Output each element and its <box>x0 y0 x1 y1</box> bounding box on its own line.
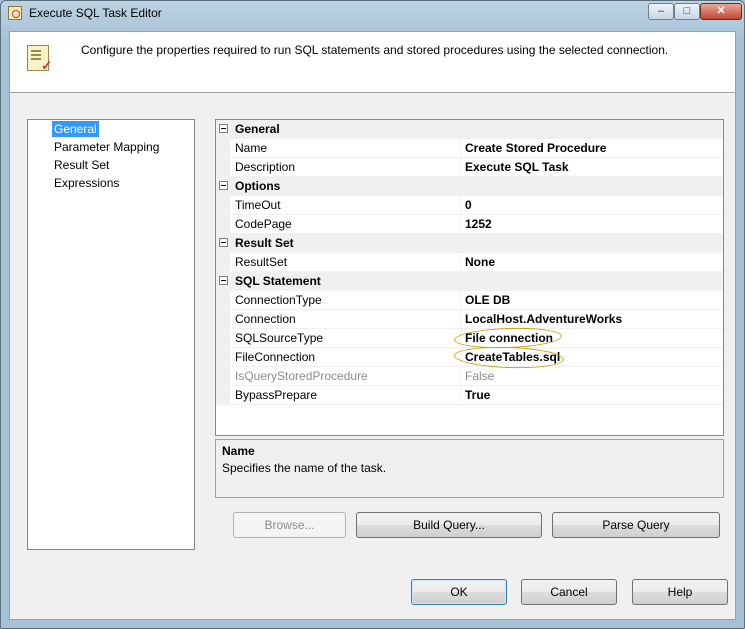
collapse-icon[interactable] <box>219 124 228 133</box>
property-name: CodePage <box>235 217 292 231</box>
property-row-isquerystoredprocedure: IsQueryStoredProcedure False <box>216 367 723 386</box>
property-name: FileConnection <box>235 350 316 364</box>
category-general[interactable]: General <box>216 120 723 139</box>
property-row-description[interactable]: Description Execute SQL Task <box>216 158 723 177</box>
category-label: Options <box>235 179 281 193</box>
dialog-client-area: Configure the properties required to run… <box>9 31 736 620</box>
property-row-name[interactable]: Name Create Stored Procedure <box>216 139 723 158</box>
build-query-button[interactable]: Build Query... <box>356 512 542 538</box>
parse-query-button[interactable]: Parse Query <box>552 512 720 538</box>
property-name: Description <box>235 160 296 174</box>
property-row-connection[interactable]: Connection LocalHost.AdventureWorks <box>216 310 723 329</box>
property-value[interactable]: 0 <box>465 198 472 212</box>
dialog-window: Execute SQL Task Editor – □ ✕ Configure … <box>0 0 745 629</box>
property-help-panel: Name Specifies the name of the task. <box>215 439 724 498</box>
property-value: False <box>465 369 495 383</box>
property-grid: General Name Create Stored Procedure Des… <box>215 119 724 436</box>
property-name: ResultSet <box>235 255 288 269</box>
window-title: Execute SQL Task Editor <box>29 6 162 20</box>
collapse-icon[interactable] <box>219 238 228 247</box>
collapse-icon[interactable] <box>219 181 228 190</box>
task-editor-icon <box>27 45 52 74</box>
property-name: SQLSourceType <box>235 331 324 345</box>
property-name: Name <box>235 141 268 155</box>
property-name: IsQueryStoredProcedure <box>235 369 368 383</box>
category-result-set[interactable]: Result Set <box>216 234 723 253</box>
page-navigation-list: General Parameter Mapping Result Set Exp… <box>27 119 195 550</box>
category-label: General <box>235 122 280 136</box>
property-value[interactable]: Execute SQL Task <box>465 160 569 174</box>
property-row-connectiontype[interactable]: ConnectionType OLE DB <box>216 291 723 310</box>
property-value[interactable]: LocalHost.AdventureWorks <box>465 312 622 326</box>
property-value[interactable]: File connection <box>465 331 553 345</box>
property-value[interactable]: OLE DB <box>465 293 510 307</box>
header-description: Configure the properties required to run… <box>81 43 669 57</box>
cancel-button[interactable]: Cancel <box>521 579 617 605</box>
property-row-timeout[interactable]: TimeOut 0 <box>216 196 723 215</box>
nav-item-expressions[interactable]: Expressions <box>52 175 121 191</box>
property-name: ConnectionType <box>235 293 322 307</box>
category-options[interactable]: Options <box>216 177 723 196</box>
help-button[interactable]: Help <box>632 579 728 605</box>
property-row-sqlsourcetype[interactable]: SQLSourceType File connection <box>216 329 723 348</box>
maximize-button[interactable]: □ <box>674 3 700 20</box>
help-title: Name <box>222 444 255 458</box>
property-name: BypassPrepare <box>235 388 318 402</box>
help-description: Specifies the name of the task. <box>222 461 387 475</box>
dialog-header: Configure the properties required to run… <box>10 32 735 93</box>
property-row-codepage[interactable]: CodePage 1252 <box>216 215 723 234</box>
category-label: Result Set <box>235 236 294 250</box>
property-value[interactable]: CreateTables.sql <box>465 350 560 364</box>
title-bar[interactable]: Execute SQL Task Editor – □ ✕ <box>1 1 744 25</box>
property-value[interactable]: Create Stored Procedure <box>465 141 606 155</box>
property-name: TimeOut <box>235 198 281 212</box>
minimize-button[interactable]: – <box>648 3 674 20</box>
collapse-icon[interactable] <box>219 276 228 285</box>
nav-item-result-set[interactable]: Result Set <box>52 157 111 173</box>
property-name: Connection <box>235 312 296 326</box>
property-value[interactable]: True <box>465 388 490 402</box>
close-button[interactable]: ✕ <box>700 3 742 20</box>
property-row-bypassprepare[interactable]: BypassPrepare True <box>216 386 723 405</box>
category-label: SQL Statement <box>235 274 321 288</box>
nav-item-general[interactable]: General <box>52 121 99 137</box>
property-row-fileconnection[interactable]: FileConnection CreateTables.sql <box>216 348 723 367</box>
browse-button: Browse... <box>233 512 346 538</box>
property-value[interactable]: None <box>465 255 495 269</box>
app-icon <box>8 6 22 20</box>
property-value[interactable]: 1252 <box>465 217 492 231</box>
nav-item-parameter-mapping[interactable]: Parameter Mapping <box>52 139 161 155</box>
ok-button[interactable]: OK <box>411 579 507 605</box>
property-row-resultset[interactable]: ResultSet None <box>216 253 723 272</box>
category-sql-statement[interactable]: SQL Statement <box>216 272 723 291</box>
